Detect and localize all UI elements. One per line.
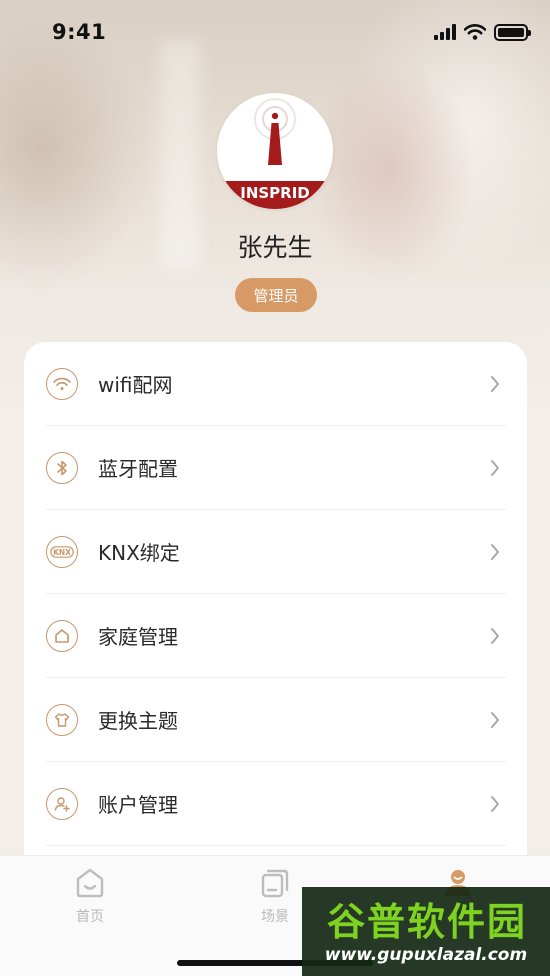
watermark-url: www.gupuxlazal.com	[324, 945, 528, 965]
menu-item-label: KNX绑定	[98, 541, 180, 565]
menu-item-bluetooth[interactable]: 蓝牙配置	[46, 426, 506, 510]
avatar[interactable]: INSPRID	[217, 93, 333, 209]
user-add-icon	[46, 787, 78, 820]
shirt-icon	[46, 703, 78, 736]
tab-home[interactable]: 首页	[40, 866, 140, 932]
menu-item-family[interactable]: 家庭管理	[46, 594, 506, 678]
chevron-right-icon	[484, 541, 506, 563]
menu-item-wifi[interactable]: wifi配网	[46, 342, 506, 426]
svg-text:KNX: KNX	[53, 548, 71, 557]
chevron-right-icon	[484, 457, 506, 479]
status-time: 9:41	[52, 20, 107, 44]
chevron-right-icon	[484, 373, 506, 395]
menu-item-label: 家庭管理	[98, 625, 178, 649]
user-name: 张先生	[237, 233, 313, 262]
cellular-signal-icon	[434, 24, 456, 40]
chevron-right-icon	[484, 709, 506, 731]
bluetooth-icon	[46, 451, 78, 484]
menu-item-label: 账户管理	[98, 793, 178, 817]
wifi-status-icon	[464, 24, 486, 40]
menu-item-label: wifi配网	[98, 373, 173, 397]
settings-menu-card: wifi配网 蓝牙配置 KNX KNX绑定 家庭管理 更换主题 账户管理	[24, 342, 527, 862]
status-bar: 9:41	[0, 0, 550, 64]
scene-tab-icon	[261, 869, 289, 898]
menu-item-account[interactable]: 账户管理	[46, 762, 506, 846]
home-icon	[46, 619, 78, 652]
tab-label: 场景	[261, 909, 289, 925]
menu-item-theme[interactable]: 更换主题	[46, 678, 506, 762]
menu-item-label: 蓝牙配置	[98, 457, 178, 481]
chevron-right-icon	[484, 625, 506, 647]
watermark: 谷普软件园 www.gupuxlazal.com	[302, 887, 550, 976]
status-icons	[434, 23, 531, 41]
knx-icon: KNX	[46, 535, 78, 568]
inspird-logo: INSPRID	[217, 98, 333, 209]
chevron-right-icon	[484, 793, 506, 815]
menu-item-knx[interactable]: KNX KNX绑定	[46, 510, 506, 594]
watermark-title: 谷普软件园	[326, 900, 527, 944]
role-badge: 管理员	[235, 278, 317, 312]
home-tab-icon	[76, 868, 104, 898]
tab-label: 首页	[76, 909, 104, 925]
menu-item-label: 更换主题	[98, 709, 178, 733]
svg-text:INSPRID: INSPRID	[240, 184, 310, 202]
battery-icon	[494, 23, 531, 41]
wifi-icon	[46, 367, 78, 400]
